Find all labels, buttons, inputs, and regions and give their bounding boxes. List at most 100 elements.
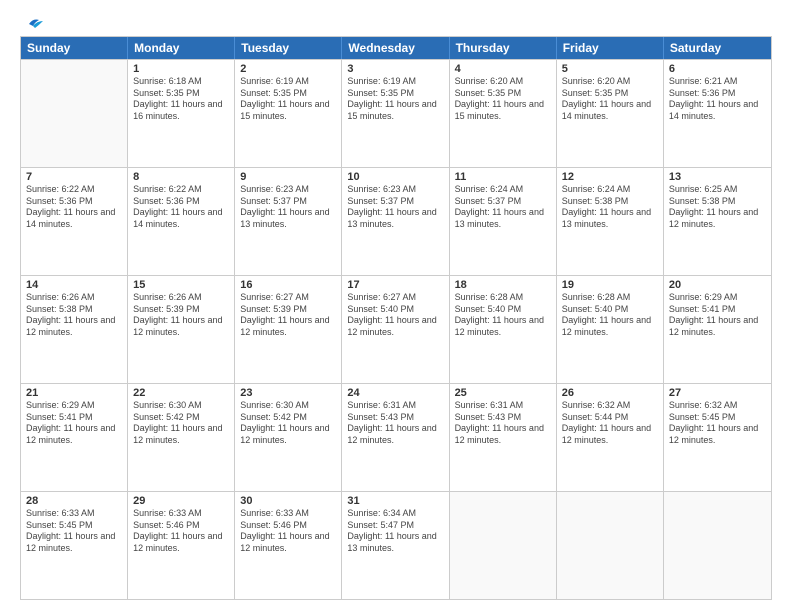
sunset-text: Sunset: 5:38 PM xyxy=(26,304,122,316)
empty-cell xyxy=(450,492,557,599)
sunset-text: Sunset: 5:41 PM xyxy=(26,412,122,424)
sunrise-text: Sunrise: 6:23 AM xyxy=(347,184,443,196)
day-number: 28 xyxy=(26,495,122,507)
day-number: 25 xyxy=(455,387,551,399)
day-cell-30: 30Sunrise: 6:33 AMSunset: 5:46 PMDayligh… xyxy=(235,492,342,599)
sunset-text: Sunset: 5:37 PM xyxy=(240,196,336,208)
sunrise-text: Sunrise: 6:31 AM xyxy=(455,400,551,412)
empty-cell xyxy=(21,60,128,167)
sunrise-text: Sunrise: 6:27 AM xyxy=(240,292,336,304)
daylight-text: Daylight: 11 hours and 15 minutes. xyxy=(347,99,443,122)
day-number: 13 xyxy=(669,171,766,183)
sunrise-text: Sunrise: 6:27 AM xyxy=(347,292,443,304)
sunset-text: Sunset: 5:35 PM xyxy=(455,88,551,100)
sunrise-text: Sunrise: 6:29 AM xyxy=(669,292,766,304)
sunset-text: Sunset: 5:35 PM xyxy=(562,88,658,100)
daylight-text: Daylight: 11 hours and 12 minutes. xyxy=(240,531,336,554)
daylight-text: Daylight: 11 hours and 12 minutes. xyxy=(26,531,122,554)
day-cell-22: 22Sunrise: 6:30 AMSunset: 5:42 PMDayligh… xyxy=(128,384,235,491)
daylight-text: Daylight: 11 hours and 12 minutes. xyxy=(133,315,229,338)
day-number: 14 xyxy=(26,279,122,291)
sunrise-text: Sunrise: 6:33 AM xyxy=(26,508,122,520)
header-cell-thursday: Thursday xyxy=(450,37,557,59)
sunset-text: Sunset: 5:44 PM xyxy=(562,412,658,424)
sunset-text: Sunset: 5:42 PM xyxy=(133,412,229,424)
day-number: 6 xyxy=(669,63,766,75)
daylight-text: Daylight: 11 hours and 13 minutes. xyxy=(455,207,551,230)
daylight-text: Daylight: 11 hours and 12 minutes. xyxy=(347,315,443,338)
day-cell-4: 4Sunrise: 6:20 AMSunset: 5:35 PMDaylight… xyxy=(450,60,557,167)
day-number: 12 xyxy=(562,171,658,183)
day-cell-6: 6Sunrise: 6:21 AMSunset: 5:36 PMDaylight… xyxy=(664,60,771,167)
day-cell-31: 31Sunrise: 6:34 AMSunset: 5:47 PMDayligh… xyxy=(342,492,449,599)
day-number: 31 xyxy=(347,495,443,507)
sunset-text: Sunset: 5:38 PM xyxy=(669,196,766,208)
day-cell-25: 25Sunrise: 6:31 AMSunset: 5:43 PMDayligh… xyxy=(450,384,557,491)
calendar: SundayMondayTuesdayWednesdayThursdayFrid… xyxy=(20,36,772,600)
day-number: 4 xyxy=(455,63,551,75)
sunrise-text: Sunrise: 6:20 AM xyxy=(455,76,551,88)
daylight-text: Daylight: 11 hours and 12 minutes. xyxy=(455,423,551,446)
sunrise-text: Sunrise: 6:33 AM xyxy=(240,508,336,520)
day-cell-17: 17Sunrise: 6:27 AMSunset: 5:40 PMDayligh… xyxy=(342,276,449,383)
header-cell-wednesday: Wednesday xyxy=(342,37,449,59)
sunset-text: Sunset: 5:35 PM xyxy=(347,88,443,100)
day-number: 24 xyxy=(347,387,443,399)
sunset-text: Sunset: 5:36 PM xyxy=(133,196,229,208)
sunset-text: Sunset: 5:43 PM xyxy=(455,412,551,424)
logo-bird-icon xyxy=(21,16,43,32)
logo xyxy=(20,16,44,28)
week-row-4: 28Sunrise: 6:33 AMSunset: 5:45 PMDayligh… xyxy=(21,491,771,599)
empty-cell xyxy=(664,492,771,599)
sunset-text: Sunset: 5:47 PM xyxy=(347,520,443,532)
sunrise-text: Sunrise: 6:30 AM xyxy=(240,400,336,412)
sunset-text: Sunset: 5:36 PM xyxy=(26,196,122,208)
daylight-text: Daylight: 11 hours and 13 minutes. xyxy=(347,531,443,554)
sunrise-text: Sunrise: 6:25 AM xyxy=(669,184,766,196)
day-cell-26: 26Sunrise: 6:32 AMSunset: 5:44 PMDayligh… xyxy=(557,384,664,491)
day-number: 16 xyxy=(240,279,336,291)
daylight-text: Daylight: 11 hours and 12 minutes. xyxy=(347,423,443,446)
sunset-text: Sunset: 5:43 PM xyxy=(347,412,443,424)
daylight-text: Daylight: 11 hours and 16 minutes. xyxy=(133,99,229,122)
day-cell-27: 27Sunrise: 6:32 AMSunset: 5:45 PMDayligh… xyxy=(664,384,771,491)
sunrise-text: Sunrise: 6:24 AM xyxy=(562,184,658,196)
day-number: 30 xyxy=(240,495,336,507)
sunrise-text: Sunrise: 6:23 AM xyxy=(240,184,336,196)
header-cell-tuesday: Tuesday xyxy=(235,37,342,59)
sunset-text: Sunset: 5:45 PM xyxy=(669,412,766,424)
week-row-3: 21Sunrise: 6:29 AMSunset: 5:41 PMDayligh… xyxy=(21,383,771,491)
day-cell-20: 20Sunrise: 6:29 AMSunset: 5:41 PMDayligh… xyxy=(664,276,771,383)
daylight-text: Daylight: 11 hours and 15 minutes. xyxy=(240,99,336,122)
daylight-text: Daylight: 11 hours and 12 minutes. xyxy=(669,207,766,230)
day-cell-19: 19Sunrise: 6:28 AMSunset: 5:40 PMDayligh… xyxy=(557,276,664,383)
day-number: 15 xyxy=(133,279,229,291)
day-cell-28: 28Sunrise: 6:33 AMSunset: 5:45 PMDayligh… xyxy=(21,492,128,599)
sunrise-text: Sunrise: 6:21 AM xyxy=(669,76,766,88)
day-number: 9 xyxy=(240,171,336,183)
sunrise-text: Sunrise: 6:24 AM xyxy=(455,184,551,196)
day-cell-29: 29Sunrise: 6:33 AMSunset: 5:46 PMDayligh… xyxy=(128,492,235,599)
day-number: 3 xyxy=(347,63,443,75)
daylight-text: Daylight: 11 hours and 12 minutes. xyxy=(26,315,122,338)
daylight-text: Daylight: 11 hours and 12 minutes. xyxy=(669,315,766,338)
day-cell-7: 7Sunrise: 6:22 AMSunset: 5:36 PMDaylight… xyxy=(21,168,128,275)
sunset-text: Sunset: 5:40 PM xyxy=(347,304,443,316)
day-cell-3: 3Sunrise: 6:19 AMSunset: 5:35 PMDaylight… xyxy=(342,60,449,167)
sunrise-text: Sunrise: 6:34 AM xyxy=(347,508,443,520)
daylight-text: Daylight: 11 hours and 12 minutes. xyxy=(26,423,122,446)
day-cell-11: 11Sunrise: 6:24 AMSunset: 5:37 PMDayligh… xyxy=(450,168,557,275)
day-number: 7 xyxy=(26,171,122,183)
daylight-text: Daylight: 11 hours and 12 minutes. xyxy=(133,531,229,554)
week-row-1: 7Sunrise: 6:22 AMSunset: 5:36 PMDaylight… xyxy=(21,167,771,275)
sunset-text: Sunset: 5:38 PM xyxy=(562,196,658,208)
sunrise-text: Sunrise: 6:26 AM xyxy=(26,292,122,304)
day-cell-14: 14Sunrise: 6:26 AMSunset: 5:38 PMDayligh… xyxy=(21,276,128,383)
day-number: 26 xyxy=(562,387,658,399)
day-number: 20 xyxy=(669,279,766,291)
sunrise-text: Sunrise: 6:20 AM xyxy=(562,76,658,88)
sunset-text: Sunset: 5:39 PM xyxy=(133,304,229,316)
daylight-text: Daylight: 11 hours and 12 minutes. xyxy=(240,423,336,446)
day-cell-16: 16Sunrise: 6:27 AMSunset: 5:39 PMDayligh… xyxy=(235,276,342,383)
daylight-text: Daylight: 11 hours and 14 minutes. xyxy=(133,207,229,230)
